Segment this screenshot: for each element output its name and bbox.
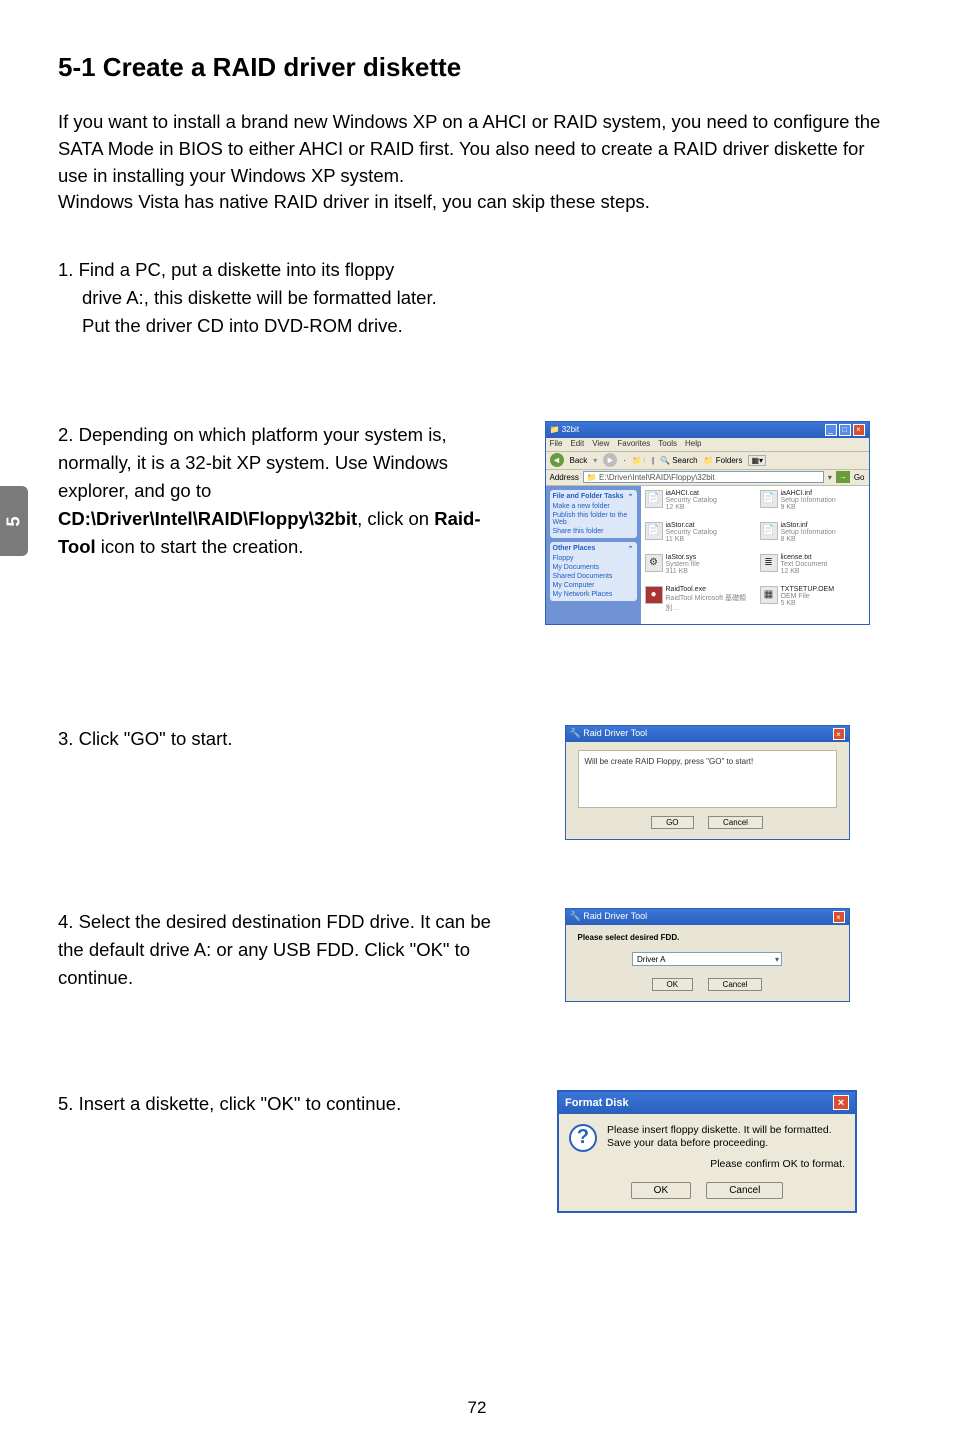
back-label: Back bbox=[570, 456, 588, 465]
collapse-icon[interactable]: ⌃ bbox=[628, 545, 634, 553]
go-button[interactable]: → bbox=[836, 471, 850, 483]
up-icon[interactable]: 📁↑ bbox=[632, 456, 646, 465]
file-item[interactable]: 📄iaStor.infSetup Information8 KB bbox=[760, 522, 865, 550]
ok-button[interactable]: OK bbox=[652, 978, 694, 991]
intro-text: If you want to install a brand new Windo… bbox=[58, 109, 896, 216]
confirm-text: Please confirm OK to format. bbox=[569, 1158, 845, 1170]
place-floppy[interactable]: Floppy bbox=[553, 553, 634, 562]
sys-icon: ⚙ bbox=[645, 554, 663, 572]
other-places-panel: Other Places⌃ Floppy My Documents Shared… bbox=[550, 542, 637, 601]
oem-icon: ▦ bbox=[760, 586, 778, 604]
step-2: 2. Depending on which platform your syst… bbox=[58, 421, 896, 625]
minimize-button[interactable]: _ bbox=[825, 424, 837, 436]
explorer-menubar: File Edit View Favorites Tools Help bbox=[546, 438, 869, 452]
catalog-icon: 📄 bbox=[645, 490, 663, 508]
place-shared[interactable]: Shared Documents bbox=[553, 571, 634, 580]
step-1: 1. Find a PC, put a diskette into its fl… bbox=[58, 256, 896, 340]
address-input[interactable]: 📁 E:\Driver\Intel\RAID\Floppy\32bit bbox=[583, 471, 824, 483]
dialog-message: Please select desired FDD. bbox=[578, 933, 837, 942]
task-publish[interactable]: Publish this folder to the Web bbox=[553, 510, 634, 526]
task-share[interactable]: Share this folder bbox=[553, 526, 634, 535]
format-disk-dialog: Format Disk × ? Please insert floppy dis… bbox=[557, 1090, 857, 1213]
catalog-icon: 📄 bbox=[645, 522, 663, 540]
file-folder-tasks-panel: File and Folder Tasks⌃ Make a new folder… bbox=[550, 490, 637, 538]
inf-icon: 📄 bbox=[760, 522, 778, 540]
explorer-titlebar: 📁 32bit _ □ × bbox=[546, 422, 869, 438]
forward-button[interactable]: ► bbox=[603, 453, 617, 467]
ok-button[interactable]: OK bbox=[631, 1182, 691, 1199]
raid-tool-dialog-go: 🔧 Raid Driver Tool × Will be create RAID… bbox=[565, 725, 850, 840]
place-computer[interactable]: My Computer bbox=[553, 580, 634, 589]
search-button[interactable]: 🔍 Search bbox=[660, 456, 698, 465]
close-button[interactable]: × bbox=[853, 424, 865, 436]
address-label: Address bbox=[550, 473, 579, 482]
cancel-button[interactable]: Cancel bbox=[708, 978, 763, 991]
chapter-tab: 5 bbox=[0, 486, 28, 556]
explorer-window: 📁 32bit _ □ × File Edit View Favorites T… bbox=[545, 421, 870, 625]
dialog-titlebar: 🔧 Raid Driver Tool × bbox=[566, 909, 849, 925]
raid-tool-dialog-fdd: 🔧 Raid Driver Tool × Please select desir… bbox=[565, 908, 850, 1002]
step-3: 3. Click "GO" to start. 🔧 Raid Driver To… bbox=[58, 725, 896, 840]
file-list: 📄iaAHCI.catSecurity Catalog12 KB 📄iaAHCI… bbox=[641, 486, 869, 624]
fdd-select[interactable]: Driver A bbox=[632, 952, 782, 966]
explorer-toolbar: ◄ Back ▾ ► · 📁↑ | 🔍 Search 📁 Folders ▦▾ bbox=[546, 452, 869, 470]
inf-icon: 📄 bbox=[760, 490, 778, 508]
menu-file[interactable]: File bbox=[550, 439, 563, 450]
menu-favorites[interactable]: Favorites bbox=[617, 439, 650, 450]
page-number: 72 bbox=[0, 1398, 954, 1418]
close-button[interactable]: × bbox=[833, 1095, 849, 1110]
go-button[interactable]: GO bbox=[651, 816, 693, 829]
maximize-button[interactable]: □ bbox=[839, 424, 851, 436]
file-item[interactable]: ≣license.txtText Document12 KB bbox=[760, 554, 865, 582]
folders-button[interactable]: 📁 Folders bbox=[704, 456, 743, 465]
explorer-addressbar: Address 📁 E:\Driver\Intel\RAID\Floppy\32… bbox=[546, 470, 869, 486]
file-item[interactable]: 📄iaStor.catSecurity Catalog11 KB bbox=[645, 522, 750, 550]
question-icon: ? bbox=[569, 1124, 597, 1152]
file-item[interactable]: ▦TXTSETUP.OEMOEM File5 KB bbox=[760, 586, 865, 620]
dialog-titlebar: 🔧 Raid Driver Tool × bbox=[566, 726, 849, 742]
dialog-message: Will be create RAID Floppy, press "GO" t… bbox=[578, 750, 837, 808]
close-button[interactable]: × bbox=[833, 728, 845, 740]
dialog-message: Please insert floppy diskette. It will b… bbox=[607, 1124, 832, 1152]
txt-icon: ≣ bbox=[760, 554, 778, 572]
file-item-raidtool[interactable]: ●RaidTool.exeRaidTool Microsoft 基礎類別… bbox=[645, 586, 750, 620]
dialog-titlebar: Format Disk × bbox=[559, 1092, 855, 1114]
place-mydocs[interactable]: My Documents bbox=[553, 562, 634, 571]
menu-help[interactable]: Help bbox=[685, 439, 701, 450]
views-button[interactable]: ▦▾ bbox=[748, 455, 766, 466]
place-network[interactable]: My Network Places bbox=[553, 589, 634, 598]
collapse-icon[interactable]: ⌃ bbox=[628, 493, 634, 501]
cancel-button[interactable]: Cancel bbox=[708, 816, 763, 829]
file-item[interactable]: 📄iaAHCI.catSecurity Catalog12 KB bbox=[645, 490, 750, 518]
menu-view[interactable]: View bbox=[592, 439, 609, 450]
menu-tools[interactable]: Tools bbox=[658, 439, 677, 450]
go-label: Go bbox=[854, 473, 865, 482]
menu-edit[interactable]: Edit bbox=[570, 439, 584, 450]
explorer-task-pane: File and Folder Tasks⌃ Make a new folder… bbox=[546, 486, 641, 624]
back-button[interactable]: ◄ bbox=[550, 453, 564, 467]
close-button[interactable]: × bbox=[833, 911, 845, 923]
page-title: 5-1 Create a RAID driver diskette bbox=[58, 52, 896, 83]
step-4: 4. Select the desired destination FDD dr… bbox=[58, 908, 896, 1002]
file-item[interactable]: 📄iaAHCI.infSetup Information9 KB bbox=[760, 490, 865, 518]
task-new-folder[interactable]: Make a new folder bbox=[553, 501, 634, 510]
cancel-button[interactable]: Cancel bbox=[706, 1182, 783, 1199]
step-5: 5. Insert a diskette, click "OK" to cont… bbox=[58, 1090, 896, 1213]
exe-icon: ● bbox=[645, 586, 663, 604]
file-item[interactable]: ⚙IaStor.sysSystem file311 KB bbox=[645, 554, 750, 582]
